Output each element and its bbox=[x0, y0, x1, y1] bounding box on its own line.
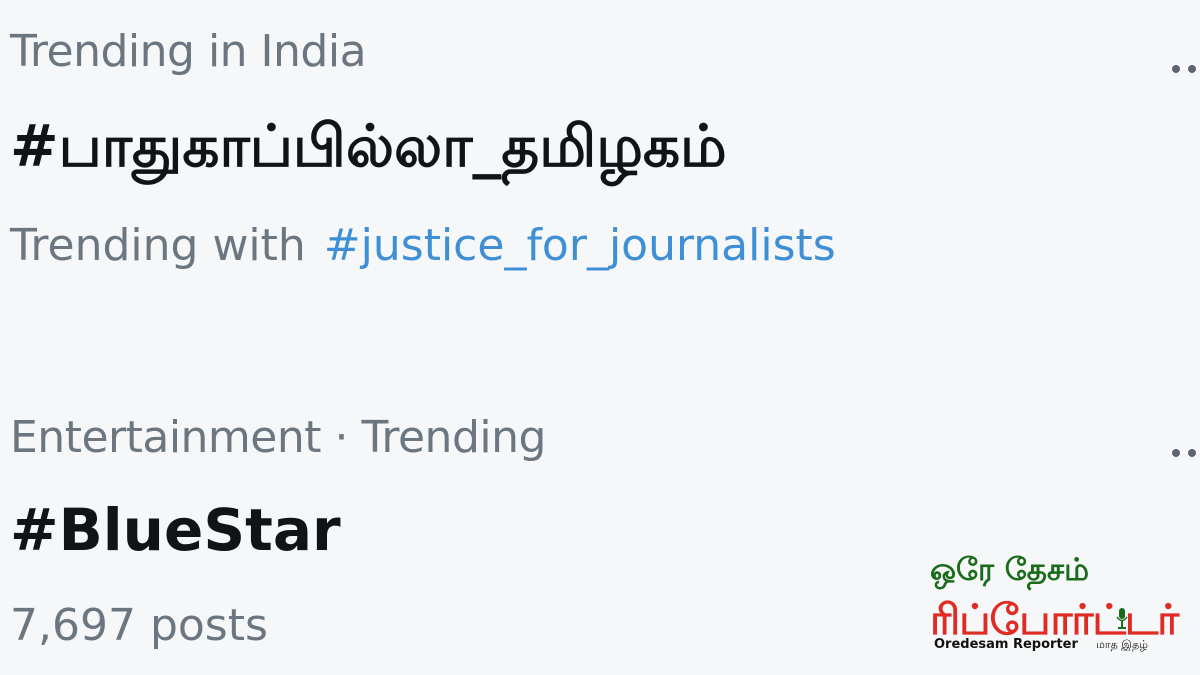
trending-with-row: Trending with #justice_for_journalists bbox=[10, 216, 1200, 276]
trend-title[interactable]: #பாதுகாப்பில்லா_தமிழகம் bbox=[10, 106, 1200, 186]
trend-context: Entertainment · Trending bbox=[10, 412, 546, 463]
more-horizontal-icon bbox=[1172, 449, 1180, 457]
logo-subtitle: Oredesam Reporter bbox=[934, 637, 1078, 652]
trending-with-link[interactable]: #justice_for_journalists bbox=[324, 220, 836, 271]
logo-top-text: ஒரே தேசம் bbox=[930, 552, 1090, 588]
trend-item[interactable]: Trending in India #பாதுகாப்பில்லா_தமிழகம… bbox=[10, 22, 1200, 276]
trending-panel: Trending in India #பாதுகாப்பில்லா_தமிழகம… bbox=[0, 0, 1200, 675]
oredesam-reporter-logo: ஒரே தேசம் ரிப்போர்ட்டர் Oredesam Reporte… bbox=[930, 550, 1180, 660]
more-options-button[interactable] bbox=[1172, 52, 1200, 86]
trend-context: Trending in India bbox=[10, 26, 367, 77]
more-horizontal-icon bbox=[1172, 65, 1180, 73]
trending-with-label: Trending with bbox=[10, 220, 306, 271]
logo-tagline: மாத இதழ் bbox=[1096, 638, 1148, 651]
microphone-icon bbox=[1116, 608, 1128, 629]
more-options-button[interactable] bbox=[1172, 436, 1200, 470]
